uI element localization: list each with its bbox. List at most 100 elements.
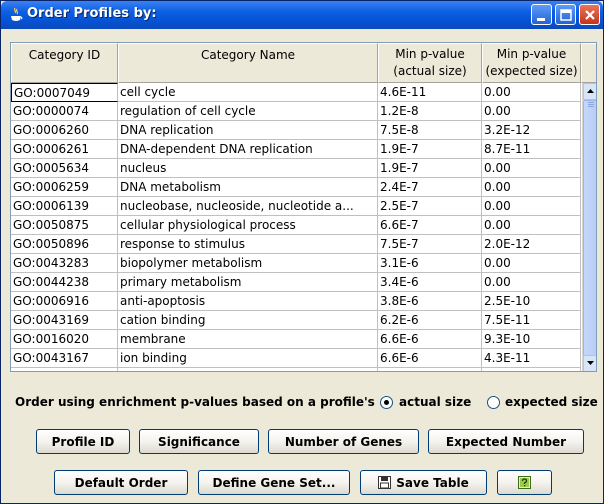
column-header-min-pvalue-actual[interactable]: Min p-value (actual size) (378, 43, 482, 83)
scroll-up-button[interactable] (583, 83, 596, 100)
min-pvalue-actual-cell[interactable]: 1.9E-7 (378, 140, 482, 159)
maximize-button[interactable] (555, 4, 576, 25)
min-pvalue-expected-cell[interactable]: 0.00 (482, 178, 581, 197)
category-name-cell[interactable]: DNA metabolism (118, 178, 378, 197)
min-pvalue-expected-cell[interactable]: 0.00 (482, 102, 581, 121)
min-pvalue-expected-cell[interactable]: 2.5E-10 (482, 292, 581, 311)
category-name-cell[interactable]: cell cycle (118, 83, 378, 102)
min-pvalue-expected-cell[interactable]: 0.00 (482, 254, 581, 273)
table-row[interactable]: GO:0043283 biopolymer metabolism 3.1E-6 0.0… (11, 254, 581, 273)
min-pvalue-actual-cell[interactable]: 3.1E-6 (378, 254, 482, 273)
minimize-button[interactable] (531, 4, 552, 25)
number-of-genes-button[interactable]: Number of Genes (268, 429, 419, 454)
category-id-cell[interactable]: GO:0043167 (11, 349, 118, 368)
table-row[interactable]: GO:0043167 ion binding 6.6E-6 4.3E-11 (11, 349, 581, 368)
category-name-cell[interactable]: biopolymer metabolism (118, 254, 378, 273)
category-name-cell[interactable]: cellular physiological process (118, 216, 378, 235)
min-pvalue-expected-cell[interactable]: 0.00 (482, 83, 581, 102)
table-row[interactable]: GO:0000074 regulation of cell cycle 1.2E-8… (11, 102, 581, 121)
min-pvalue-expected-cell[interactable]: 0.00 (482, 273, 581, 292)
column-header-category-id[interactable]: Category ID (11, 43, 118, 83)
category-id-cell[interactable]: GO:0000074 (11, 102, 118, 121)
min-pvalue-actual-cell[interactable]: 1.2E-8 (378, 102, 482, 121)
min-pvalue-actual-cell[interactable]: 6.6E-6 (378, 330, 482, 349)
category-name-cell[interactable]: response to stimulus (118, 235, 378, 254)
column-header-min-pvalue-expected[interactable]: Min p-value (expected size) (482, 43, 581, 83)
scroll-down-button[interactable] (583, 355, 596, 371)
category-name-cell[interactable]: nucleobase, nucleoside, nucleotide a... (118, 197, 378, 216)
category-id-cell[interactable]: GO:0006139 (11, 197, 118, 216)
category-name-cell[interactable]: ion binding (118, 349, 378, 368)
min-pvalue-expected-cell[interactable]: 0.00 (482, 216, 581, 235)
help-button[interactable] (497, 470, 552, 495)
category-id-cell[interactable]: GO:0006260 (11, 121, 118, 140)
default-order-button[interactable]: Default Order (54, 470, 188, 495)
min-pvalue-expected-cell[interactable]: 4.3E-11 (482, 349, 581, 368)
vertical-scrollbar[interactable] (582, 83, 596, 371)
min-pvalue-expected-cell[interactable]: 4.3E-11 (482, 368, 581, 371)
expected-size-radio[interactable] (487, 396, 500, 409)
category-id-cell[interactable]: GO:0043283 (11, 254, 118, 273)
min-pvalue-actual-cell[interactable]: 6.6E-7 (378, 216, 482, 235)
category-name-cell[interactable]: anti-apoptosis (118, 292, 378, 311)
close-button[interactable] (579, 4, 600, 25)
min-pvalue-expected-cell[interactable]: 2.0E-12 (482, 235, 581, 254)
title-bar[interactable]: Order Profiles by: (1, 1, 603, 29)
min-pvalue-actual-cell[interactable]: 2.5E-7 (378, 197, 482, 216)
min-pvalue-actual-cell[interactable]: 3.4E-6 (378, 273, 482, 292)
category-id-cell[interactable]: GO:0050896 (11, 235, 118, 254)
category-name-cell[interactable]: nucleus (118, 159, 378, 178)
category-name-cell[interactable]: regulation of cell cycle (118, 102, 378, 121)
min-pvalue-expected-cell[interactable]: 3.2E-12 (482, 121, 581, 140)
min-pvalue-actual-cell[interactable]: 7.5E-7 (378, 235, 482, 254)
category-name-cell[interactable]: primary metabolism (118, 273, 378, 292)
table-row[interactable]: GO:0006259 DNA metabolism 2.4E-7 0.00 (11, 178, 581, 197)
category-id-cell[interactable]: GO:0006259 (11, 178, 118, 197)
category-id-cell[interactable]: GO:0044238 (11, 273, 118, 292)
category-id-cell[interactable]: GO:0016020 (11, 330, 118, 349)
category-id-cell[interactable]: GO:0006916 (11, 292, 118, 311)
significance-button[interactable]: Significance (139, 429, 259, 454)
min-pvalue-actual-cell[interactable]: 2.4E-7 (378, 178, 482, 197)
column-header-category-name[interactable]: Category Name (118, 43, 378, 83)
expected-size-label[interactable]: expected size (505, 395, 598, 409)
table-row[interactable]: GO:0006261 DNA-dependent DNA replication 1… (11, 140, 581, 159)
category-name-cell[interactable]: membrane (118, 330, 378, 349)
table-row[interactable]: GO:0006916 anti-apoptosis 3.8E-6 2.5E-10 (11, 292, 581, 311)
table-row[interactable]: GO:0006260 DNA replication 7.5E-8 3.2E-12 (11, 121, 581, 140)
min-pvalue-actual-cell[interactable]: 6.2E-6 (378, 311, 482, 330)
category-id-cell[interactable]: GO:0005634 (11, 159, 118, 178)
min-pvalue-actual-cell[interactable]: 7.5E-8 (378, 121, 482, 140)
category-name-cell[interactable]: metal ion binding (118, 368, 378, 371)
table-row[interactable]: GO:0046872metal ion binding6.6E-64.3E-11 (11, 368, 581, 371)
table-row[interactable]: GO:0005634 nucleus 1.9E-7 0.00 (11, 159, 581, 178)
category-id-cell[interactable]: GO:0046872 (11, 368, 118, 371)
min-pvalue-actual-cell[interactable]: 6.6E-6 (378, 349, 482, 368)
table-row[interactable]: GO:0007049 cell cycle 4.6E-11 0.00 (11, 83, 581, 102)
min-pvalue-actual-cell[interactable]: 4.6E-11 (378, 83, 482, 102)
min-pvalue-expected-cell[interactable]: 9.3E-10 (482, 330, 581, 349)
category-name-cell[interactable]: DNA-dependent DNA replication (118, 140, 378, 159)
table-row[interactable]: GO:0050896 response to stimulus 7.5E-7 2.0E… (11, 235, 581, 254)
table-row[interactable]: GO:0016020 membrane 6.6E-6 9.3E-10 (11, 330, 581, 349)
category-name-cell[interactable]: cation binding (118, 311, 378, 330)
min-pvalue-expected-cell[interactable]: 0.00 (482, 197, 581, 216)
table-row[interactable]: GO:0044238 primary metabolism 3.4E-6 0.00 (11, 273, 581, 292)
category-id-cell[interactable]: GO:0050875 (11, 216, 118, 235)
profile-id-button[interactable]: Profile ID (36, 429, 130, 454)
save-table-button[interactable]: Save Table (360, 470, 487, 495)
min-pvalue-expected-cell[interactable]: 0.00 (482, 159, 581, 178)
min-pvalue-expected-cell[interactable]: 7.5E-11 (482, 311, 581, 330)
category-id-cell[interactable]: GO:0006261 (11, 140, 118, 159)
min-pvalue-actual-cell[interactable]: 1.9E-7 (378, 159, 482, 178)
table-row[interactable]: GO:0043169 cation binding 6.2E-6 7.5E-11 (11, 311, 581, 330)
category-name-cell[interactable]: DNA replication (118, 121, 378, 140)
min-pvalue-actual-cell[interactable]: 6.6E-6 (378, 368, 482, 371)
scroll-thumb[interactable] (583, 100, 596, 360)
table-row[interactable]: GO:0006139 nucleobase, nucleoside, nucleo… (11, 197, 581, 216)
category-id-cell[interactable]: GO:0007049 (11, 83, 118, 102)
actual-size-radio[interactable] (380, 396, 393, 409)
actual-size-label[interactable]: actual size (399, 395, 471, 409)
expected-number-button[interactable]: Expected Number (428, 429, 584, 454)
table-row[interactable]: GO:0050875 cellular physiological process… (11, 216, 581, 235)
